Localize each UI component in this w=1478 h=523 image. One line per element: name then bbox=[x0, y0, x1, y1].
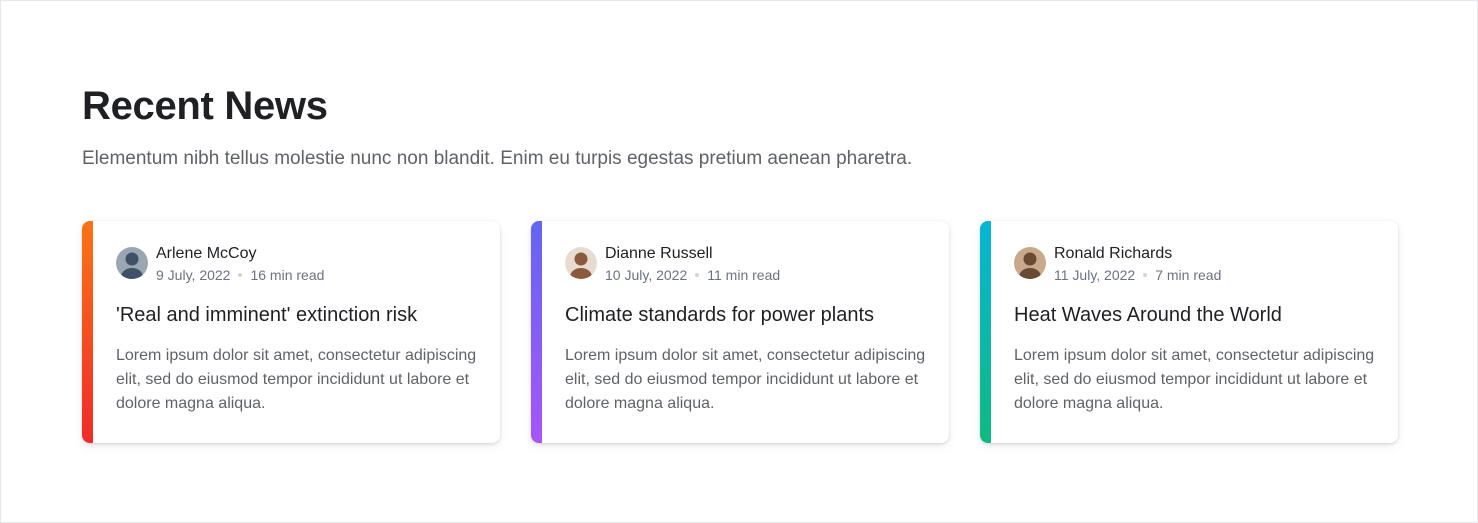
avatar-portrait-icon bbox=[121, 252, 143, 279]
avatar-head-shape bbox=[125, 252, 139, 266]
author-name[interactable]: Ronald Richards bbox=[1054, 244, 1221, 264]
avatar-body-shape bbox=[570, 268, 592, 279]
meta-separator-dot bbox=[695, 273, 700, 277]
section-subtitle: Elementum nibh tellus molestie nunc non … bbox=[82, 148, 913, 169]
page-frame: Recent News Elementum nibh tellus molest… bbox=[0, 0, 1478, 523]
card-accent-bar bbox=[980, 221, 991, 443]
news-card[interactable]: Arlene McCoy 9 July, 2022 16 min read 'R… bbox=[82, 221, 500, 443]
author-info: Arlene McCoy 9 July, 2022 16 min read bbox=[156, 244, 324, 284]
avatar[interactable] bbox=[116, 247, 148, 279]
author-info: Dianne Russell 10 July, 2022 11 min read bbox=[605, 244, 780, 284]
author-row: Dianne Russell 10 July, 2022 11 min read bbox=[565, 244, 931, 288]
avatar-head-shape bbox=[574, 252, 588, 266]
read-time: 11 min read bbox=[707, 267, 781, 283]
meta-separator-dot bbox=[238, 273, 243, 277]
post-date: 11 July, 2022 bbox=[1054, 267, 1136, 283]
avatar[interactable] bbox=[565, 247, 597, 279]
author-name[interactable]: Dianne Russell bbox=[605, 244, 780, 264]
card-title[interactable]: 'Real and imminent' extinction risk bbox=[116, 302, 482, 328]
post-meta: 11 July, 2022 7 min read bbox=[1054, 266, 1221, 284]
card-body: Ronald Richards 11 July, 2022 7 min read… bbox=[1014, 244, 1380, 416]
news-card[interactable]: Ronald Richards 11 July, 2022 7 min read… bbox=[980, 221, 1398, 443]
author-name[interactable]: Arlene McCoy bbox=[156, 244, 324, 264]
avatar-portrait-icon bbox=[1019, 252, 1041, 279]
card-body: Arlene McCoy 9 July, 2022 16 min read 'R… bbox=[116, 244, 482, 416]
read-time: 16 min read bbox=[250, 267, 325, 283]
post-meta: 9 July, 2022 16 min read bbox=[156, 266, 324, 284]
post-meta: 10 July, 2022 11 min read bbox=[605, 266, 780, 284]
news-card[interactable]: Dianne Russell 10 July, 2022 11 min read… bbox=[531, 221, 949, 443]
post-date: 9 July, 2022 bbox=[156, 267, 231, 283]
avatar-body-shape bbox=[1019, 268, 1041, 279]
post-date: 10 July, 2022 bbox=[605, 267, 688, 283]
author-info: Ronald Richards 11 July, 2022 7 min read bbox=[1054, 244, 1221, 284]
avatar-head-shape bbox=[1023, 252, 1037, 266]
avatar-body-shape bbox=[121, 268, 143, 279]
section-title: Recent News bbox=[82, 84, 328, 128]
news-card-list: Arlene McCoy 9 July, 2022 16 min read 'R… bbox=[82, 221, 1399, 443]
recent-news-section: Recent News Elementum nibh tellus molest… bbox=[82, 83, 1399, 443]
card-excerpt: Lorem ipsum dolor sit amet, consectetur … bbox=[1014, 347, 1375, 412]
meta-separator-dot bbox=[1143, 273, 1148, 277]
author-row: Arlene McCoy 9 July, 2022 16 min read bbox=[116, 244, 482, 288]
read-time: 7 min read bbox=[1155, 267, 1222, 283]
card-title[interactable]: Climate standards for power plants bbox=[565, 302, 931, 328]
card-accent-bar bbox=[82, 221, 93, 443]
card-excerpt: Lorem ipsum dolor sit amet, consectetur … bbox=[565, 347, 926, 412]
avatar-portrait-icon bbox=[570, 252, 592, 279]
card-body: Dianne Russell 10 July, 2022 11 min read… bbox=[565, 244, 931, 416]
card-accent-bar bbox=[531, 221, 542, 443]
card-excerpt: Lorem ipsum dolor sit amet, consectetur … bbox=[116, 347, 477, 412]
author-row: Ronald Richards 11 July, 2022 7 min read bbox=[1014, 244, 1380, 288]
card-title[interactable]: Heat Waves Around the World bbox=[1014, 302, 1380, 328]
avatar[interactable] bbox=[1014, 247, 1046, 279]
